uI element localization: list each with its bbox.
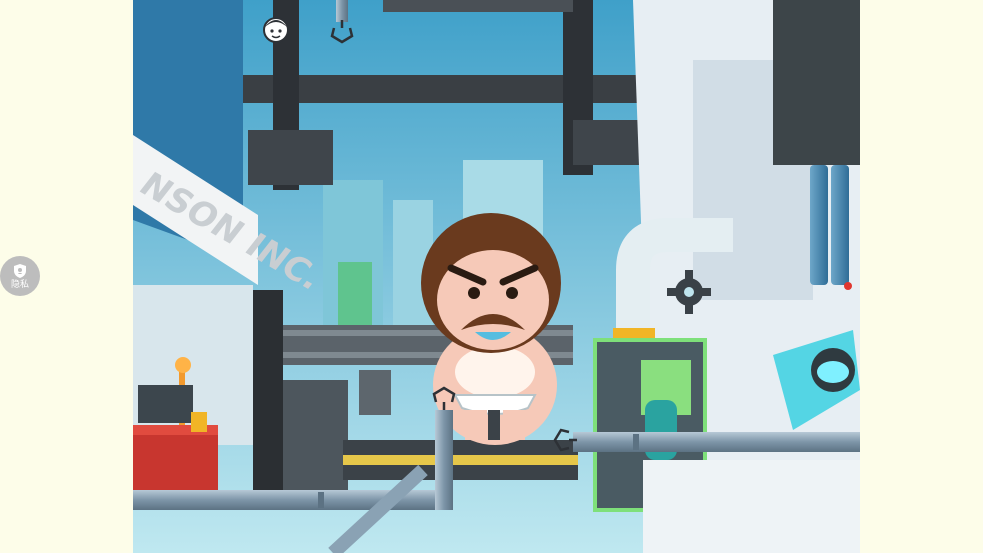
character-leg bbox=[503, 410, 525, 440]
pipe-joint bbox=[633, 434, 639, 450]
monitor bbox=[138, 385, 193, 423]
face-hint-icon[interactable] bbox=[263, 17, 289, 43]
ceiling-beam bbox=[383, 0, 573, 12]
pedestal bbox=[488, 410, 500, 440]
yellow-box bbox=[191, 412, 207, 432]
right-column bbox=[773, 0, 860, 165]
shield-icon bbox=[14, 263, 26, 278]
red-cabinet bbox=[133, 430, 218, 500]
tank bbox=[810, 165, 828, 285]
dark-machine bbox=[283, 380, 348, 500]
privacy-button[interactable]: 隐私 bbox=[0, 256, 40, 296]
pipe-horizontal-right[interactable] bbox=[573, 432, 860, 452]
game-viewport[interactable]: NSON INC. bbox=[133, 0, 860, 553]
tank bbox=[831, 165, 849, 285]
game-scene: NSON INC. bbox=[133, 0, 860, 553]
platform-edge bbox=[343, 455, 578, 465]
pipe-top[interactable] bbox=[336, 0, 348, 22]
privacy-label: 隐私 bbox=[10, 279, 29, 290]
ceiling-block bbox=[573, 120, 643, 165]
orange-lamp bbox=[175, 357, 191, 373]
cylinder bbox=[359, 370, 391, 415]
character-eye bbox=[506, 287, 518, 299]
character-eye bbox=[468, 287, 480, 299]
red-light bbox=[844, 282, 852, 290]
pipe-vertical[interactable] bbox=[435, 410, 453, 510]
pipe-joint bbox=[318, 492, 324, 508]
character-leg bbox=[465, 410, 487, 440]
green-window bbox=[338, 262, 372, 332]
column bbox=[253, 290, 283, 490]
character-belly bbox=[455, 346, 535, 398]
lab-counter bbox=[643, 460, 860, 553]
ceiling-block bbox=[248, 130, 333, 185]
spotlight-lens bbox=[817, 361, 849, 383]
